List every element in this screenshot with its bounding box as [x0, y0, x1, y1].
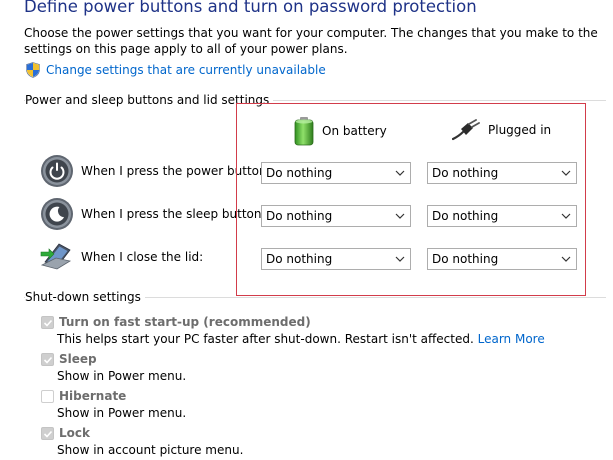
dropdown-value: Do nothing	[266, 166, 333, 180]
sleep-description: Show in Power menu.	[57, 369, 187, 383]
dropdown-value: Do nothing	[266, 209, 333, 223]
checkmark-icon	[43, 356, 53, 364]
chevron-down-icon	[395, 213, 405, 219]
lock-description: Show in account picture menu.	[57, 443, 244, 457]
sleep-checkbox[interactable]	[41, 352, 54, 366]
power-button-on-battery-dropdown[interactable]: Do nothing	[261, 162, 411, 184]
chevron-down-icon	[395, 170, 405, 176]
power-button-plugged-in-dropdown[interactable]: Do nothing	[427, 162, 577, 184]
hibernate-checkbox-row[interactable]: Hibernate	[41, 389, 126, 403]
fast-startup-description: This helps start your PC faster after sh…	[57, 332, 545, 346]
sleep-button-on-battery-dropdown[interactable]: Do nothing	[261, 205, 411, 227]
page-description: Choose the power settings that you want …	[24, 26, 598, 56]
sleep-label: Sleep	[59, 352, 97, 366]
lock-checkbox[interactable]	[41, 426, 54, 440]
dropdown-value: Do nothing	[266, 252, 333, 266]
change-settings-link[interactable]: Change settings that are currently unava…	[25, 62, 326, 78]
change-settings-link-label: Change settings that are currently unava…	[46, 63, 326, 77]
close-lid-plugged-in-dropdown[interactable]: Do nothing	[427, 248, 577, 270]
sleep-button-icon	[41, 198, 73, 230]
lock-label: Lock	[59, 426, 90, 440]
fast-startup-checkbox-row[interactable]: Turn on fast start-up (recommended)	[41, 315, 311, 329]
checkmark-icon	[43, 319, 53, 327]
chevron-down-icon	[561, 213, 571, 219]
shutdown-group-label: Shut-down settings	[25, 290, 145, 304]
dropdown-value: Do nothing	[432, 166, 499, 180]
fast-startup-label: Turn on fast start-up (recommended)	[59, 315, 311, 329]
power-button-icon	[41, 155, 73, 187]
fast-startup-description-text: This helps start your PC faster after sh…	[57, 332, 474, 346]
row-label-close-lid: When I close the lid:	[81, 250, 204, 264]
lock-checkbox-row[interactable]: Lock	[41, 426, 90, 440]
chevron-down-icon	[395, 256, 405, 262]
checkmark-icon	[43, 430, 53, 438]
uac-shield-icon	[26, 62, 40, 78]
laptop-lid-icon	[40, 243, 72, 270]
sleep-button-plugged-in-dropdown[interactable]: Do nothing	[427, 205, 577, 227]
fast-startup-checkbox[interactable]	[41, 315, 54, 329]
learn-more-link[interactable]: Learn More	[478, 332, 545, 346]
dropdown-value: Do nothing	[432, 252, 499, 266]
page-title: Define power buttons and turn on passwor…	[24, 0, 477, 16]
power-options-page: Define power buttons and turn on passwor…	[0, 0, 613, 460]
dropdown-value: Do nothing	[432, 209, 499, 223]
chevron-down-icon	[561, 170, 571, 176]
hibernate-checkbox[interactable]	[41, 389, 54, 403]
close-lid-on-battery-dropdown[interactable]: Do nothing	[261, 248, 411, 270]
hibernate-description: Show in Power menu.	[57, 406, 187, 420]
chevron-down-icon	[561, 256, 571, 262]
sleep-checkbox-row[interactable]: Sleep	[41, 352, 97, 366]
hibernate-label: Hibernate	[59, 389, 127, 403]
